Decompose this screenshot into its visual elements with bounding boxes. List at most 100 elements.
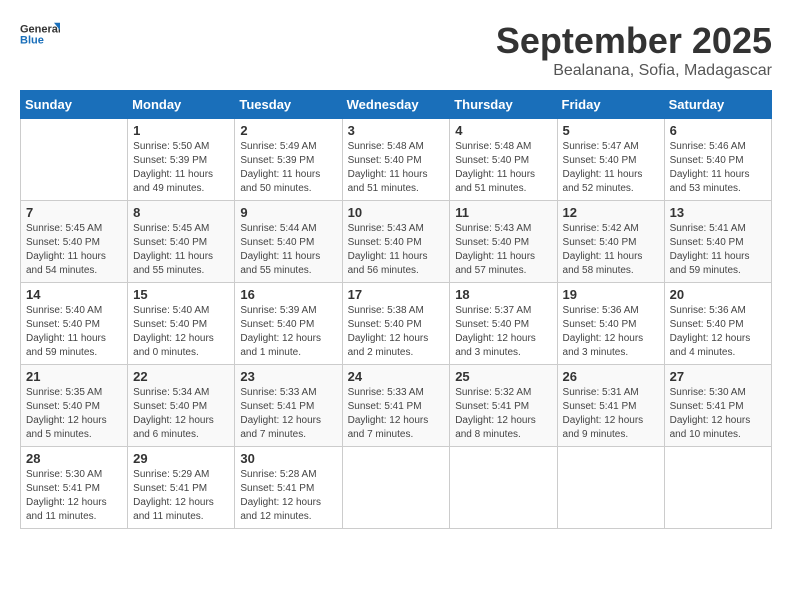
day-number: 29 bbox=[133, 451, 229, 466]
calendar-week-5: 28Sunrise: 5:30 AM Sunset: 5:41 PM Dayli… bbox=[21, 447, 772, 529]
day-info: Sunrise: 5:33 AM Sunset: 5:41 PM Dayligh… bbox=[240, 386, 336, 442]
calendar-cell: 20 Sunrise: 5:36 AM Sunset: 5:40 PM Dayli… bbox=[664, 283, 771, 365]
day-info: Sunrise: 5:28 AM Sunset: 5:41 PM Dayligh… bbox=[240, 468, 336, 524]
weekday-header-friday: Friday bbox=[557, 91, 664, 119]
weekday-header-thursday: Thursday bbox=[450, 91, 557, 119]
day-number: 5 bbox=[563, 123, 659, 138]
calendar-cell: 12 Sunrise: 5:42 AM Sunset: 5:40 PM Dayli… bbox=[557, 201, 664, 283]
day-number: 20 bbox=[670, 287, 766, 302]
calendar-cell: 10 Sunrise: 5:43 AM Sunset: 5:40 PM Dayli… bbox=[342, 201, 450, 283]
calendar-cell: 9 Sunrise: 5:44 AM Sunset: 5:40 PM Daylig… bbox=[235, 201, 342, 283]
calendar-cell: 25 Sunrise: 5:32 AM Sunset: 5:41 PM Dayli… bbox=[450, 365, 557, 447]
calendar-cell bbox=[21, 119, 128, 201]
calendar-cell: 18 Sunrise: 5:37 AM Sunset: 5:40 PM Dayli… bbox=[450, 283, 557, 365]
weekday-header-wednesday: Wednesday bbox=[342, 91, 450, 119]
day-info: Sunrise: 5:36 AM Sunset: 5:40 PM Dayligh… bbox=[670, 304, 766, 360]
calendar-week-4: 21Sunrise: 5:35 AM Sunset: 5:40 PM Dayli… bbox=[21, 365, 772, 447]
day-number: 24 bbox=[348, 369, 445, 384]
day-info: Sunrise: 5:48 AM Sunset: 5:40 PM Dayligh… bbox=[348, 140, 445, 196]
day-info: Sunrise: 5:43 AM Sunset: 5:40 PM Dayligh… bbox=[455, 222, 551, 278]
calendar-cell: 4Sunrise: 5:48 AM Sunset: 5:40 PM Daylig… bbox=[450, 119, 557, 201]
calendar-cell: 24 Sunrise: 5:33 AM Sunset: 5:41 PM Dayli… bbox=[342, 365, 450, 447]
calendar-week-1: 1 Sunrise: 5:50 AM Sunset: 5:39 PM Daylig… bbox=[21, 119, 772, 201]
calendar-table: SundayMondayTuesdayWednesdayThursdayFrid… bbox=[20, 90, 772, 529]
day-info: Sunrise: 5:39 AM Sunset: 5:40 PM Dayligh… bbox=[240, 304, 336, 360]
calendar-cell: 19Sunrise: 5:36 AM Sunset: 5:40 PM Dayli… bbox=[557, 283, 664, 365]
day-number: 2 bbox=[240, 123, 336, 138]
day-info: Sunrise: 5:45 AM Sunset: 5:40 PM Dayligh… bbox=[26, 222, 122, 278]
day-info: Sunrise: 5:49 AM Sunset: 5:39 PM Dayligh… bbox=[240, 140, 336, 196]
day-number: 17 bbox=[348, 287, 445, 302]
day-info: Sunrise: 5:33 AM Sunset: 5:41 PM Dayligh… bbox=[348, 386, 445, 442]
day-info: Sunrise: 5:32 AM Sunset: 5:41 PM Dayligh… bbox=[455, 386, 551, 442]
calendar-cell bbox=[557, 447, 664, 529]
month-title: September 2025 bbox=[496, 20, 772, 62]
day-number: 9 bbox=[240, 205, 336, 220]
calendar-cell bbox=[664, 447, 771, 529]
calendar-cell: 21Sunrise: 5:35 AM Sunset: 5:40 PM Dayli… bbox=[21, 365, 128, 447]
day-number: 30 bbox=[240, 451, 336, 466]
day-number: 1 bbox=[133, 123, 229, 138]
weekday-header-saturday: Saturday bbox=[664, 91, 771, 119]
calendar-week-2: 7 Sunrise: 5:45 AM Sunset: 5:40 PM Daylig… bbox=[21, 201, 772, 283]
calendar-cell: 17Sunrise: 5:38 AM Sunset: 5:40 PM Dayli… bbox=[342, 283, 450, 365]
calendar-cell bbox=[450, 447, 557, 529]
logo: General Blue bbox=[20, 20, 60, 48]
day-number: 7 bbox=[26, 205, 122, 220]
calendar-cell: 26Sunrise: 5:31 AM Sunset: 5:41 PM Dayli… bbox=[557, 365, 664, 447]
svg-text:Blue: Blue bbox=[20, 34, 44, 46]
day-number: 28 bbox=[26, 451, 122, 466]
day-info: Sunrise: 5:37 AM Sunset: 5:40 PM Dayligh… bbox=[455, 304, 551, 360]
day-number: 23 bbox=[240, 369, 336, 384]
calendar-cell: 7 Sunrise: 5:45 AM Sunset: 5:40 PM Daylig… bbox=[21, 201, 128, 283]
day-number: 16 bbox=[240, 287, 336, 302]
page-header: General Blue September 2025 Bealanana, S… bbox=[20, 20, 772, 80]
day-info: Sunrise: 5:44 AM Sunset: 5:40 PM Dayligh… bbox=[240, 222, 336, 278]
weekday-header-tuesday: Tuesday bbox=[235, 91, 342, 119]
day-info: Sunrise: 5:34 AM Sunset: 5:40 PM Dayligh… bbox=[133, 386, 229, 442]
weekday-header-monday: Monday bbox=[128, 91, 235, 119]
calendar-cell: 23 Sunrise: 5:33 AM Sunset: 5:41 PM Dayli… bbox=[235, 365, 342, 447]
day-info: Sunrise: 5:42 AM Sunset: 5:40 PM Dayligh… bbox=[563, 222, 659, 278]
day-number: 8 bbox=[133, 205, 229, 220]
day-number: 18 bbox=[455, 287, 551, 302]
calendar-cell: 11 Sunrise: 5:43 AM Sunset: 5:40 PM Dayli… bbox=[450, 201, 557, 283]
calendar-cell: 2 Sunrise: 5:49 AM Sunset: 5:39 PM Daylig… bbox=[235, 119, 342, 201]
logo-svg: General Blue bbox=[20, 20, 60, 48]
calendar-cell: 29 Sunrise: 5:29 AM Sunset: 5:41 PM Dayli… bbox=[128, 447, 235, 529]
day-number: 21 bbox=[26, 369, 122, 384]
day-number: 26 bbox=[563, 369, 659, 384]
day-info: Sunrise: 5:29 AM Sunset: 5:41 PM Dayligh… bbox=[133, 468, 229, 524]
day-number: 22 bbox=[133, 369, 229, 384]
calendar-cell: 6Sunrise: 5:46 AM Sunset: 5:40 PM Daylig… bbox=[664, 119, 771, 201]
calendar-cell: 27 Sunrise: 5:30 AM Sunset: 5:41 PM Dayli… bbox=[664, 365, 771, 447]
calendar-cell: 8Sunrise: 5:45 AM Sunset: 5:40 PM Daylig… bbox=[128, 201, 235, 283]
day-info: Sunrise: 5:50 AM Sunset: 5:39 PM Dayligh… bbox=[133, 140, 229, 196]
calendar-cell bbox=[342, 447, 450, 529]
day-number: 11 bbox=[455, 205, 551, 220]
calendar-cell: 14 Sunrise: 5:40 AM Sunset: 5:40 PM Dayli… bbox=[21, 283, 128, 365]
title-block: September 2025 Bealanana, Sofia, Madagas… bbox=[496, 20, 772, 80]
calendar-header-row: SundayMondayTuesdayWednesdayThursdayFrid… bbox=[21, 91, 772, 119]
day-number: 19 bbox=[563, 287, 659, 302]
day-number: 15 bbox=[133, 287, 229, 302]
svg-text:General: General bbox=[20, 23, 60, 35]
day-info: Sunrise: 5:43 AM Sunset: 5:40 PM Dayligh… bbox=[348, 222, 445, 278]
day-number: 4 bbox=[455, 123, 551, 138]
calendar-cell: 13Sunrise: 5:41 AM Sunset: 5:40 PM Dayli… bbox=[664, 201, 771, 283]
calendar-cell: 5Sunrise: 5:47 AM Sunset: 5:40 PM Daylig… bbox=[557, 119, 664, 201]
weekday-header-sunday: Sunday bbox=[21, 91, 128, 119]
day-info: Sunrise: 5:30 AM Sunset: 5:41 PM Dayligh… bbox=[670, 386, 766, 442]
calendar-cell: 28Sunrise: 5:30 AM Sunset: 5:41 PM Dayli… bbox=[21, 447, 128, 529]
day-number: 27 bbox=[670, 369, 766, 384]
day-info: Sunrise: 5:40 AM Sunset: 5:40 PM Dayligh… bbox=[133, 304, 229, 360]
day-number: 12 bbox=[563, 205, 659, 220]
day-number: 25 bbox=[455, 369, 551, 384]
day-info: Sunrise: 5:46 AM Sunset: 5:40 PM Dayligh… bbox=[670, 140, 766, 196]
day-number: 10 bbox=[348, 205, 445, 220]
day-number: 14 bbox=[26, 287, 122, 302]
subtitle: Bealanana, Sofia, Madagascar bbox=[496, 62, 772, 80]
calendar-cell: 22 Sunrise: 5:34 AM Sunset: 5:40 PM Dayli… bbox=[128, 365, 235, 447]
day-info: Sunrise: 5:41 AM Sunset: 5:40 PM Dayligh… bbox=[670, 222, 766, 278]
day-info: Sunrise: 5:40 AM Sunset: 5:40 PM Dayligh… bbox=[26, 304, 122, 360]
